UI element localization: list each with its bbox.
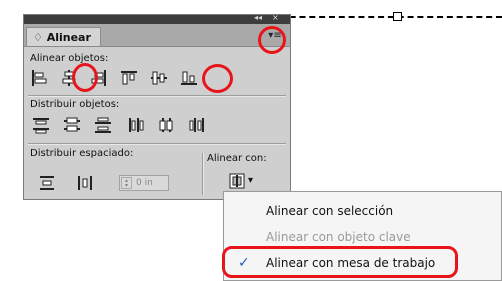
align-objects-label: Alinear objetos: — [30, 53, 109, 64]
distribute-vertical-center-icon[interactable] — [63, 116, 81, 134]
selection-handle[interactable] — [393, 12, 402, 21]
distribute-top-icon[interactable] — [32, 116, 50, 134]
panel-menu-icon[interactable]: ▾≡ — [266, 29, 284, 43]
distribute-left-icon[interactable] — [126, 116, 144, 134]
selection-edge — [270, 16, 502, 18]
distribute-vertical-spacing-icon[interactable] — [38, 174, 56, 192]
distribute-horizontal-center-icon[interactable] — [157, 116, 175, 134]
distribute-bottom-icon[interactable] — [94, 116, 112, 134]
section-divider — [28, 95, 286, 97]
menu-item-label: Alinear con selección — [266, 204, 394, 218]
align-horizontal-center-icon[interactable] — [60, 69, 78, 87]
align-to-artboard-icon[interactable] — [228, 172, 246, 190]
collapse-icon[interactable]: ◂◂ — [254, 13, 262, 22]
align-to-label: Alinear con: — [207, 153, 267, 164]
align-left-icon[interactable] — [30, 69, 48, 87]
tab-alinear[interactable]: ♢ Alinear — [26, 27, 101, 46]
vertical-divider — [202, 153, 204, 195]
spin-arrows-icon[interactable]: ▴ ▾ — [121, 177, 132, 189]
distribute-right-icon[interactable] — [188, 116, 206, 134]
chevron-down-icon[interactable]: ▾ — [248, 175, 253, 186]
align-top-icon[interactable] — [120, 69, 138, 87]
align-bottom-icon[interactable] — [180, 69, 198, 87]
menu-item-align-selection[interactable]: Alinear con selección — [224, 198, 501, 224]
panel-title-strip: ◂◂ × — [24, 13, 290, 24]
distribute-horizontal-spacing-icon[interactable] — [76, 174, 94, 192]
distribute-spacing-label: Distribuir espaciado: — [30, 148, 134, 159]
spacing-stepper[interactable]: ▴ ▾ 0 in — [119, 175, 169, 191]
align-right-icon[interactable] — [90, 69, 108, 87]
panel-tab-row: ♢ Alinear ▾≡ — [24, 24, 290, 47]
close-icon[interactable]: × — [272, 13, 279, 22]
align-panel: ◂◂ × ♢ Alinear ▾≡ Alinear objetos: Distr… — [23, 13, 291, 200]
distribute-objects-label: Distribuir objetos: — [30, 99, 120, 110]
align-vertical-center-icon[interactable] — [150, 69, 168, 87]
highlight-ring — [222, 246, 458, 278]
section-divider — [28, 143, 286, 145]
spacing-value: 0 in — [136, 178, 153, 188]
